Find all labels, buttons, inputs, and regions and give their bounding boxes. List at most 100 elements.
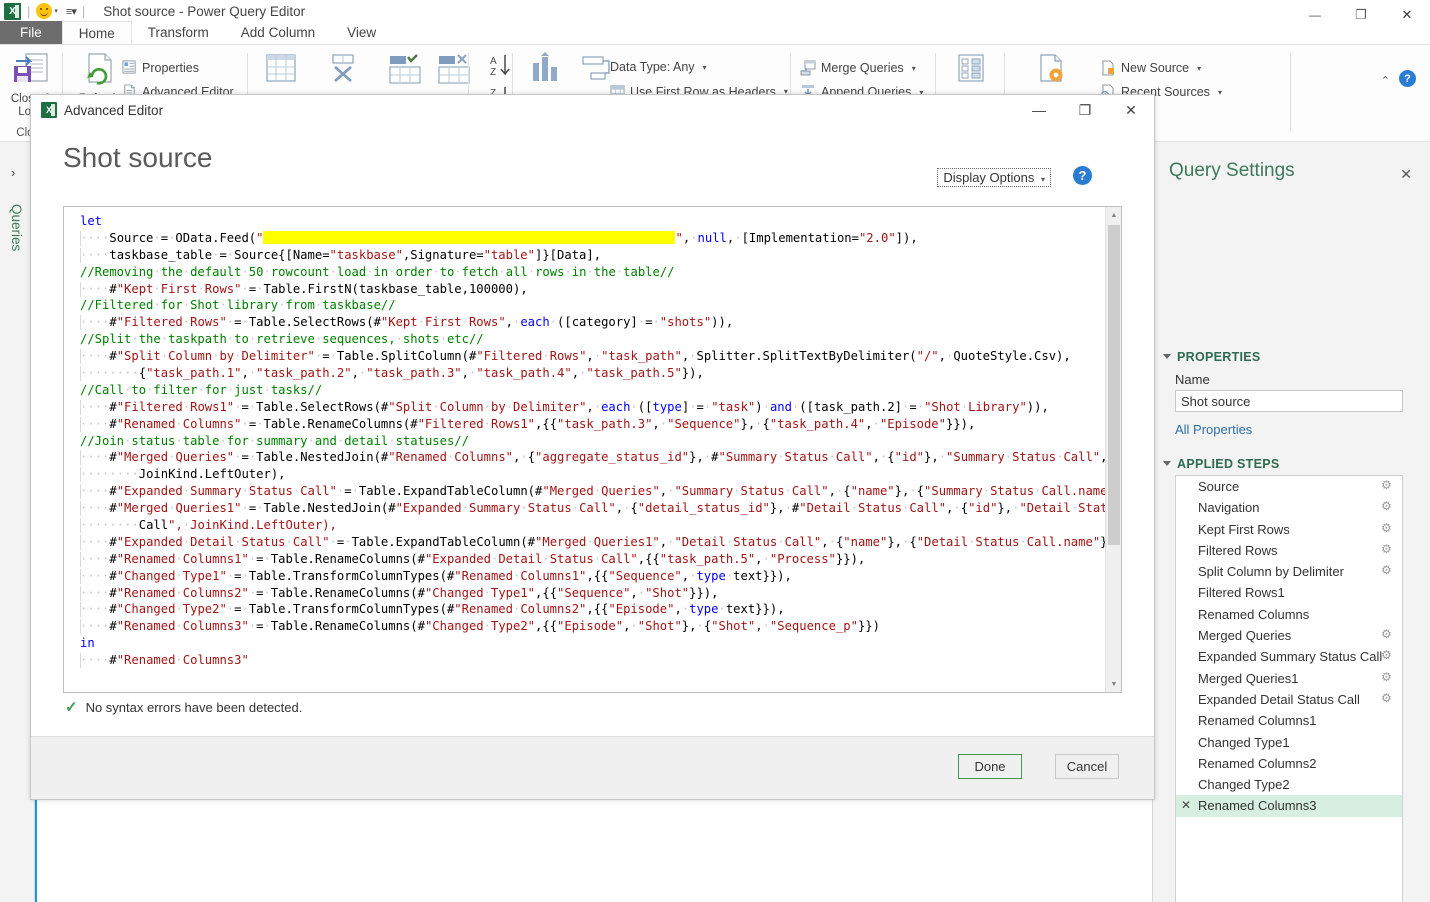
new-source-label: New Source — [1121, 61, 1190, 75]
applied-step-item[interactable]: Renamed Columns1 — [1176, 710, 1402, 731]
ribbon-tab-file[interactable]: File — [0, 21, 62, 44]
applied-step-item[interactable]: Changed Type1 — [1176, 732, 1402, 753]
cancel-button[interactable]: Cancel — [1055, 754, 1119, 779]
svg-text:Z: Z — [490, 67, 496, 78]
new-source-button[interactable]: New Source ▾ — [1100, 60, 1201, 76]
applied-step-item[interactable]: Expanded Detail Status Call ⚙ — [1176, 689, 1402, 710]
scroll-down-icon[interactable]: ▼ — [1106, 676, 1121, 692]
split-column-icon — [533, 52, 557, 81]
applied-steps-list[interactable]: Source ⚙ Navigation ⚙ Kept First Rows ⚙ Filter… — [1175, 475, 1403, 902]
code-line: ····#"Expanded·Detail·Status·Call"·=·Tab… — [64, 534, 1121, 551]
code-line: ····#"Filtered·Rows"·=·Table.SelectRows(… — [64, 314, 1105, 331]
minimize-icon: — — [1309, 8, 1321, 22]
expand-queries-icon[interactable]: › — [11, 165, 15, 180]
title-bar-divider: | — [27, 3, 31, 19]
smiley-feedback-icon[interactable] — [36, 3, 53, 19]
step-settings-gear-icon[interactable]: ⚙ — [1381, 628, 1394, 641]
restore-icon-2: ❐ — [1078, 101, 1092, 118]
step-settings-gear-icon[interactable]: ⚙ — [1381, 479, 1394, 492]
applied-step-item[interactable]: Filtered Rows ⚙ — [1176, 540, 1402, 561]
applied-steps-section-header[interactable]: APPLIED STEPS — [1163, 457, 1280, 471]
applied-step-item[interactable]: Merged Queries ⚙ — [1176, 625, 1402, 646]
step-settings-gear-icon[interactable]: ⚙ — [1381, 564, 1394, 577]
m-code-editor[interactable]: let ····Source·=·OData.Feed(" ",·null,·[Im… — [63, 206, 1122, 693]
applied-step-item[interactable]: Renamed Columns2 — [1176, 753, 1402, 774]
delete-step-icon[interactable]: ✕ — [1181, 795, 1191, 816]
data-type-dropdown[interactable]: Data Type: Any ▾ — [610, 60, 707, 74]
applied-step-label: Renamed Columns1 — [1198, 713, 1317, 729]
close-icon: ✕ — [1401, 7, 1413, 22]
query-name-input[interactable] — [1175, 390, 1403, 412]
applied-step-item[interactable]: Changed Type2 — [1176, 774, 1402, 795]
properties-section-header[interactable]: PROPERTIES — [1163, 350, 1261, 364]
properties-button[interactable]: Properties — [122, 60, 199, 75]
merge-queries-button[interactable]: Merge Queries ▾ — [800, 60, 916, 76]
advanced-editor-excel-icon: X — [41, 102, 57, 118]
collapse-triangle-icon-2 — [1163, 461, 1171, 466]
code-line: ····#"Expanded·Summary·Status·Call"·=·Ta… — [64, 483, 1121, 500]
choose-columns-button[interactable] — [250, 51, 312, 89]
applied-step-item[interactable]: Expanded Summary Status Call ⚙ — [1176, 646, 1402, 667]
merge-queries-icon — [800, 60, 816, 76]
quick-access-more-icon[interactable]: ≡▾ — [66, 5, 77, 18]
advanced-editor-close-button[interactable]: ✕ — [1108, 95, 1154, 125]
step-settings-gear-icon[interactable]: ⚙ — [1381, 542, 1394, 556]
advanced-editor-heading: Shot source — [63, 142, 213, 173]
code-line: ········Call",·JoinKind.LeftOuter), — [64, 517, 1105, 534]
data-source-settings-icon — [1040, 54, 1063, 82]
applied-step-item[interactable]: Kept First Rows ⚙ — [1176, 519, 1402, 540]
step-settings-gear-icon[interactable]: ⚙ — [1381, 691, 1394, 705]
query-settings-close-icon[interactable]: ✕ — [1400, 166, 1412, 183]
collapse-ribbon-icon[interactable]: ⌃ — [1381, 74, 1390, 87]
scroll-up-icon[interactable]: ▲ — [1106, 207, 1121, 223]
data-type-caret-icon[interactable]: ▾ — [703, 63, 707, 72]
applied-step-item[interactable]: Filtered Rows1 — [1176, 582, 1402, 603]
scrollbar-thumb[interactable] — [1108, 225, 1120, 545]
applied-step-item[interactable]: ✕ Renamed Columns3 — [1176, 795, 1402, 817]
advanced-editor-minimize-button[interactable]: — — [1016, 95, 1062, 125]
applied-step-label: Changed Type2 — [1198, 777, 1290, 793]
ribbon-help-icon[interactable]: ? — [1399, 70, 1416, 87]
advanced-editor-help-icon[interactable]: ? — [1073, 166, 1092, 185]
code-line: ········{"task_path.1",·"task_path.2",·"… — [64, 365, 1105, 382]
recent-sources-caret-icon[interactable]: ▾ — [1218, 88, 1222, 97]
display-options-dropdown[interactable]: Display Options ▾ — [937, 168, 1051, 187]
applied-step-item[interactable]: Renamed Columns — [1176, 604, 1402, 625]
step-settings-gear-icon[interactable]: ⚙ — [1381, 649, 1394, 662]
new-source-icon — [1102, 60, 1114, 76]
properties-icon — [122, 60, 136, 74]
combine-files-button[interactable] — [940, 51, 1002, 89]
applied-step-label: Expanded Detail Status Call — [1198, 691, 1360, 707]
query-settings-title: Query Settings — [1169, 160, 1295, 181]
new-source-caret-icon[interactable]: ▾ — [1197, 64, 1201, 73]
data-source-settings-button[interactable] — [1020, 51, 1082, 89]
code-line: //Call·to·filter·for·just·tasks// — [80, 382, 323, 397]
code-line: ····#"Changed·Type1"·=·Table.TransformCo… — [64, 568, 1105, 585]
applied-step-item[interactable]: Merged Queries1 ⚙ — [1176, 668, 1402, 689]
code-line: ····#"Split·Column·by·Delimiter"·=·Table… — [64, 348, 1105, 365]
syntax-ok-icon: ✓ — [65, 699, 78, 716]
ribbon-tab-home[interactable]: Home — [61, 21, 132, 44]
applied-step-item[interactable]: Split Column by Delimiter ⚙ — [1176, 561, 1402, 582]
keep-rows-icon — [389, 54, 421, 84]
remove-columns-button[interactable] — [312, 51, 374, 89]
done-button[interactable]: Done — [958, 754, 1022, 779]
m-code-text[interactable]: let ····Source·=·OData.Feed(" ",·null,·[Im… — [64, 213, 1121, 669]
code-line: //Removing·the·default·50·rowcount·load·… — [80, 264, 675, 279]
merge-queries-caret-icon[interactable]: ▾ — [912, 64, 916, 73]
step-settings-gear-icon[interactable]: ⚙ — [1381, 670, 1394, 684]
ribbon-tab-add-column[interactable]: Add Column — [225, 21, 331, 44]
step-settings-gear-icon[interactable]: ⚙ — [1381, 521, 1394, 535]
display-options-caret-icon[interactable]: ▾ — [1041, 175, 1045, 184]
ribbon-tab-transform[interactable]: Transform — [132, 21, 225, 44]
applied-step-label: Renamed Columns3 — [1198, 798, 1317, 814]
refresh-preview-icon — [87, 53, 112, 85]
quick-access-caret-icon[interactable]: ▾ — [54, 7, 58, 15]
all-properties-link[interactable]: All Properties — [1175, 422, 1252, 437]
code-vertical-scrollbar[interactable]: ▲ ▼ — [1105, 207, 1121, 692]
applied-step-item[interactable]: Navigation ⚙ — [1176, 497, 1402, 518]
advanced-editor-restore-button[interactable]: ❐ — [1062, 95, 1108, 125]
applied-step-item[interactable]: Source ⚙ — [1176, 476, 1402, 497]
step-settings-gear-icon[interactable]: ⚙ — [1381, 500, 1394, 513]
ribbon-tab-view[interactable]: View — [331, 21, 392, 44]
